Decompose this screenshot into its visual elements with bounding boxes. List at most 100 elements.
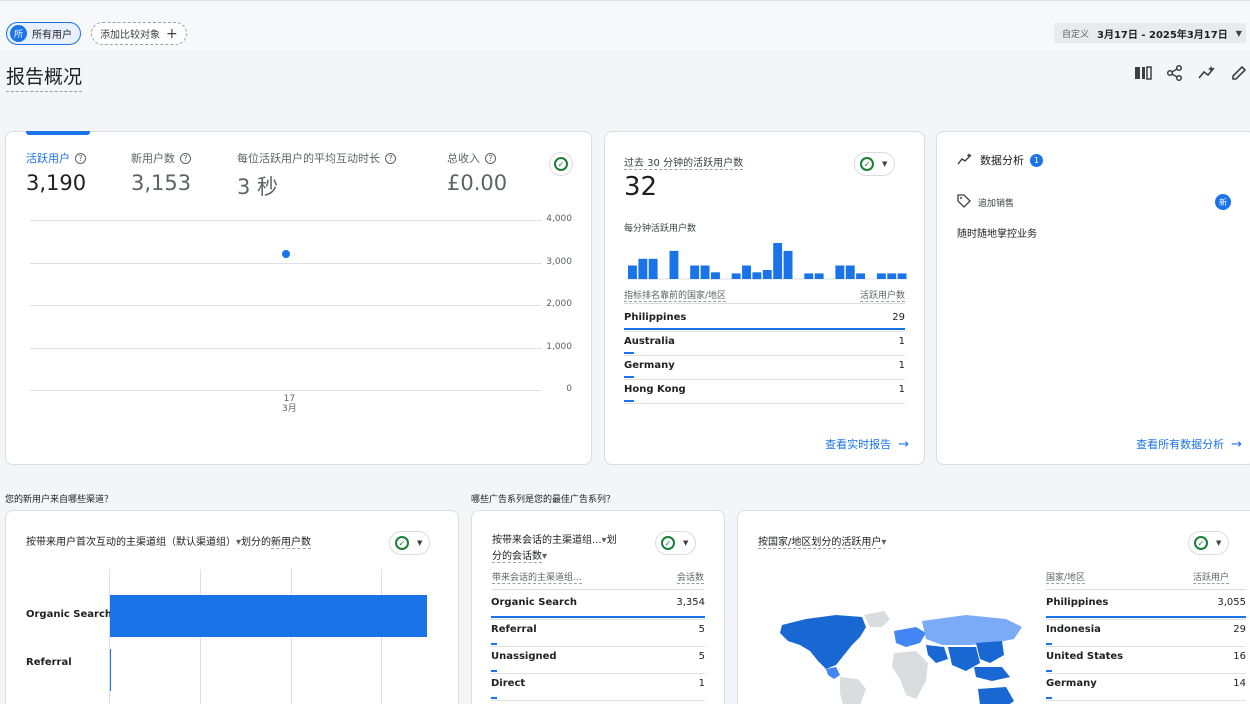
- row-value: 1: [898, 360, 905, 371]
- overview-chart: 4,000 3,000 2,000 1,000 0 17 3月: [6, 132, 593, 466]
- map-region-middle-east: [926, 645, 948, 663]
- chevron-down-icon: ▼: [882, 160, 888, 168]
- minute-bar[interactable]: [752, 272, 762, 280]
- minute-bar[interactable]: [700, 265, 710, 280]
- table-row[interactable]: Organic Search 3,354: [491, 593, 705, 620]
- date-range-prefix: 自定义: [1062, 29, 1090, 40]
- table-row[interactable]: Direct 1: [491, 674, 705, 701]
- link-label: 查看实时报告: [825, 438, 892, 451]
- share-icon[interactable]: [1166, 64, 1184, 82]
- gridline: [30, 305, 542, 306]
- chevron-down-icon: ▼: [683, 539, 689, 547]
- edit-icon[interactable]: [1230, 64, 1248, 82]
- column-header-sessions: 会话数: [676, 573, 704, 584]
- table-row[interactable]: Australia 1: [624, 332, 905, 356]
- add-comparison-label: 添加比较对象: [100, 30, 160, 41]
- map-region-east-asia: [976, 641, 1004, 663]
- chevron-down-icon: ▼: [1235, 28, 1242, 38]
- table-row[interactable]: Germany 1: [624, 356, 905, 380]
- insights-icon: [957, 152, 973, 168]
- table-row[interactable]: Germany 14: [1046, 674, 1246, 701]
- date-range-picker[interactable]: 自定义 3月17日 - 2025年3月17日 ▼: [1054, 23, 1246, 43]
- minute-bar[interactable]: [876, 273, 886, 279]
- table-row[interactable]: Referral 5: [491, 620, 705, 647]
- minute-bar[interactable]: [669, 250, 679, 279]
- insight-item[interactable]: 追加销售 新 随时随地掌控业务: [957, 194, 1235, 240]
- chevron-down-icon: ▾: [881, 537, 887, 548]
- add-comparison-button[interactable]: 添加比较对象 +: [91, 22, 187, 45]
- minute-bar[interactable]: [773, 243, 783, 279]
- card-title[interactable]: 按带来用户首次互动的主渠道组（默认渠道组）▾划分的新用户数: [26, 533, 312, 549]
- minute-bar[interactable]: [742, 265, 751, 280]
- realtime-check-dropdown[interactable]: ✓ ▼: [854, 152, 896, 176]
- insights-count-badge: 1: [1030, 153, 1043, 167]
- table-row[interactable]: Philippines 3,055: [1046, 593, 1246, 620]
- new-users-channel-card: 按带来用户首次互动的主渠道组（默认渠道组）▾划分的新用户数 ✓ ▼ Organi…: [5, 510, 459, 704]
- chevron-down-icon: ▼: [1216, 539, 1222, 547]
- minute-bar[interactable]: [762, 270, 772, 279]
- card-title-text: 按国家/地区划分的活跃用户: [758, 537, 882, 549]
- card-title-metric: 新用户数: [271, 537, 312, 549]
- per-minute-label: 每分钟活跃用户数: [624, 224, 697, 234]
- table-row[interactable]: Hong Kong 1: [624, 380, 905, 404]
- minute-bar[interactable]: [638, 258, 648, 280]
- table-row[interactable]: Indonesia 29: [1046, 620, 1246, 647]
- country-users-card: 按国家/地区划分的活跃用户▾ ✓ ▼ 国家/地区 活跃用户 Philippine…: [737, 510, 1250, 704]
- x-tick-month: 3月: [282, 404, 297, 414]
- minute-bar[interactable]: [856, 273, 865, 279]
- card-title-line1: 按带来会话的主渠道组...: [492, 535, 602, 546]
- view-all-insights-link[interactable]: 查看所有数据分析 →: [1136, 436, 1242, 452]
- insights-icon[interactable]: [1198, 64, 1216, 82]
- minute-bar[interactable]: [690, 265, 700, 280]
- column-header-channel: 带来会话的主渠道组...: [492, 573, 582, 584]
- card-title[interactable]: 按国家/地区划分的活跃用户▾: [758, 533, 887, 549]
- row-share-bar: [1046, 616, 1246, 618]
- table-row[interactable]: United States 16: [1046, 647, 1246, 674]
- world-map[interactable]: [766, 609, 1026, 704]
- channel-bar-chart: Organic Search Referral: [6, 569, 460, 704]
- channel-bar[interactable]: [110, 649, 111, 691]
- minute-bar[interactable]: [897, 273, 907, 279]
- columns-icon[interactable]: [1134, 64, 1152, 82]
- gridline: [30, 348, 542, 349]
- minute-bar[interactable]: [835, 265, 845, 280]
- minute-bar[interactable]: [628, 265, 637, 280]
- all-users-label: 所有用户: [32, 30, 72, 41]
- row-label: Australia: [624, 336, 675, 347]
- realtime-value: 32: [624, 172, 658, 202]
- page-title: 报告概况: [6, 62, 83, 92]
- data-point[interactable]: [282, 250, 290, 259]
- row-label: Philippines: [624, 312, 687, 323]
- plus-icon: +: [166, 25, 178, 42]
- card-title[interactable]: 按带来会话的主渠道组...▾划 分的会话数▾: [492, 533, 642, 565]
- channel-check-dropdown[interactable]: ✓ ▼: [389, 531, 431, 555]
- minute-bar[interactable]: [648, 258, 658, 280]
- all-users-chip[interactable]: 所 所有用户: [6, 22, 81, 45]
- table-row[interactable]: Philippines 29: [624, 308, 905, 332]
- sessions-check-dropdown[interactable]: ✓ ▼: [655, 531, 697, 555]
- table-header-divider: [624, 303, 905, 304]
- y-tick-label: 4,000: [546, 214, 572, 224]
- minute-bar[interactable]: [711, 272, 720, 280]
- channel-bar[interactable]: [110, 595, 427, 637]
- row-share-bar: [624, 328, 905, 330]
- row-label: Philippines: [1046, 597, 1109, 608]
- check-icon: ✓: [860, 157, 874, 171]
- insights-card: 数据分析 1 追加销售 新 随时随地掌控业务 查看所有数据分析 →: [936, 131, 1250, 465]
- minute-bar[interactable]: [845, 265, 855, 280]
- card-title-prefix: 按带来用户首次互动的主渠道组（默认渠道组）: [26, 537, 236, 548]
- check-icon: ✓: [1194, 536, 1208, 550]
- row-value: 3,354: [676, 597, 705, 608]
- view-realtime-report-link[interactable]: 查看实时报告 →: [825, 436, 909, 452]
- minute-bar[interactable]: [783, 250, 793, 279]
- table-row[interactable]: Unassigned 5: [491, 647, 705, 674]
- minute-bar[interactable]: [804, 273, 814, 279]
- minute-bar[interactable]: [731, 273, 741, 279]
- card-title-line1-tail: 划: [606, 535, 617, 546]
- map-region-south-america: [840, 677, 866, 704]
- new-badge: 新: [1215, 194, 1231, 210]
- minute-bar[interactable]: [887, 273, 897, 279]
- country-check-dropdown[interactable]: ✓ ▼: [1188, 531, 1230, 555]
- gridline: [30, 390, 542, 391]
- minute-bar[interactable]: [814, 273, 824, 279]
